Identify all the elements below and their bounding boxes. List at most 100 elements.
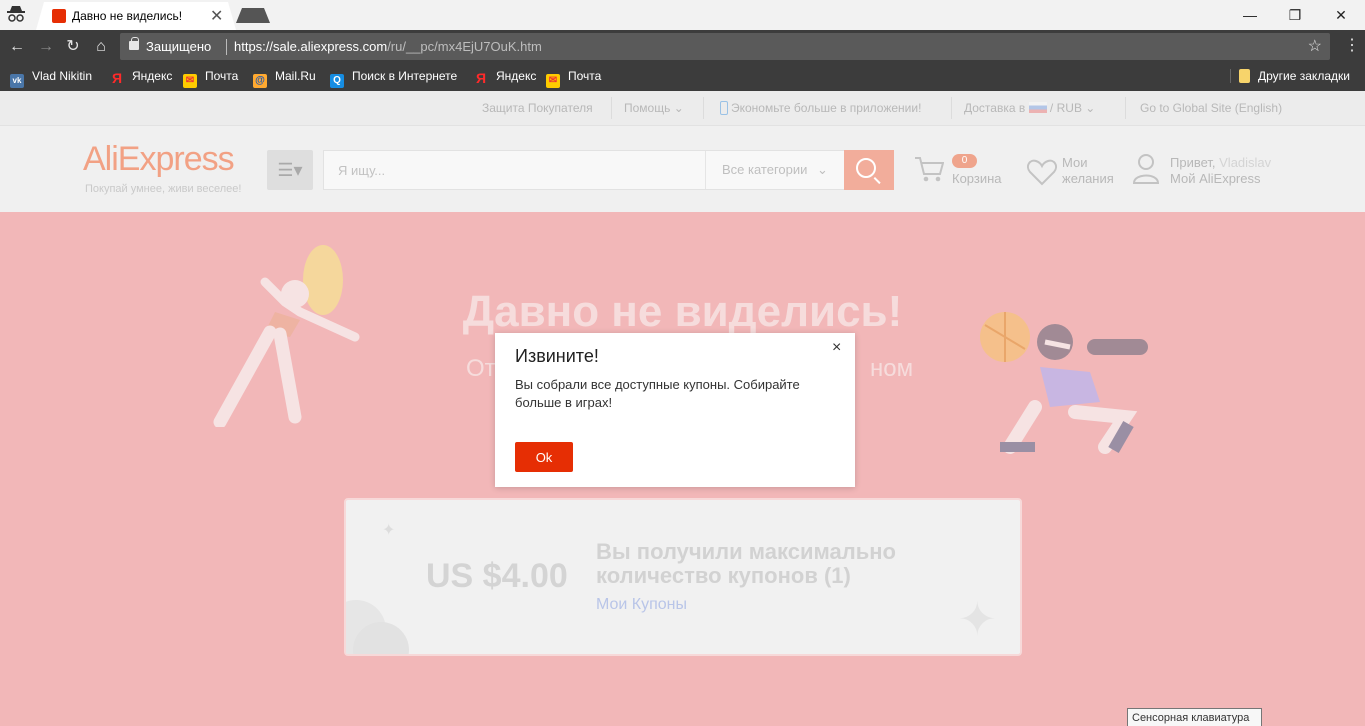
- search-category-select[interactable]: Все категории ⌄: [705, 151, 845, 189]
- divider: [1125, 97, 1126, 119]
- my-coupons-link[interactable]: Мои Купоны: [596, 596, 687, 614]
- browser-titlebar: Давно не виделись! ✕ — ❐ ✕: [0, 0, 1365, 30]
- banner-subtitle-right: ном: [870, 355, 914, 382]
- bookmark-label: Почта: [205, 69, 239, 83]
- incognito-icon: [7, 6, 25, 22]
- delivery-menu[interactable]: Доставка в / RUB ⌄: [964, 101, 1095, 115]
- categories-menu-button[interactable]: ☰▾: [267, 150, 313, 190]
- yandex-icon: Я: [475, 70, 487, 86]
- user-name: Vladislav: [1219, 155, 1272, 170]
- search-placeholder: Я ищу...: [338, 163, 386, 178]
- divider: [611, 97, 612, 119]
- my-aliexpress: Мой AliExpress: [1170, 171, 1261, 186]
- bookmark-pochta[interactable]: ✉ Почта: [183, 69, 238, 88]
- bookmarks-bar: vk Vlad Nikitin Я Яндекс ✉ Почта @ Mail.Ru Q…: [0, 63, 1365, 91]
- wishlist-line2: желания: [1062, 171, 1114, 186]
- bookmark-mailru[interactable]: @ Mail.Ru: [253, 69, 316, 88]
- browser-menu-icon[interactable]: ⋮: [1344, 35, 1360, 55]
- tab-title: Давно не виделись!: [72, 9, 183, 23]
- bookmark-label: Поиск в Интернете: [352, 69, 458, 83]
- buyer-protection-link[interactable]: Защита Покупателя: [482, 101, 593, 115]
- category-label: Все категории: [722, 162, 808, 177]
- search-q-icon: Q: [330, 74, 344, 88]
- hamburger-icon: ☰▾: [277, 160, 303, 180]
- bookmark-yandex-2[interactable]: Я Яндекс: [474, 69, 536, 85]
- tagline: Покупай умнее, живи веселее!: [85, 183, 242, 195]
- other-bookmarks-label: Другие закладки: [1258, 69, 1350, 83]
- coupon-card: ✦ ✦ US $4.00 Вы получили максимально кол…: [344, 498, 1022, 656]
- banner-title: Давно не виделись!: [462, 287, 903, 336]
- bookmark-vk[interactable]: vk Vlad Nikitin: [10, 69, 92, 88]
- bookmark-label: Яндекс: [132, 69, 173, 83]
- global-site-link[interactable]: Go to Global Site (English): [1140, 101, 1282, 115]
- user-icon[interactable]: [1133, 153, 1161, 185]
- browser-toolbar: ← → ↻ ⌂ Защищено https://sale.aliexpress…: [0, 30, 1365, 63]
- maximize-button[interactable]: ❐: [1280, 4, 1310, 26]
- app-link[interactable]: Экономьте больше в приложении!: [720, 101, 921, 115]
- coupon-amount: US $4.00: [426, 557, 568, 595]
- bookmark-label: Vlad Nikitin: [32, 69, 93, 83]
- chevron-down-icon: ⌄: [817, 162, 828, 177]
- home-button[interactable]: ⌂: [90, 36, 112, 58]
- new-tab-button[interactable]: [236, 8, 270, 23]
- mail-icon: ✉: [546, 74, 560, 88]
- reload-button[interactable]: ↻: [62, 36, 84, 58]
- url-text[interactable]: https://sale.aliexpress.com/ru/__pc/mx4E…: [234, 39, 542, 54]
- close-window-button[interactable]: ✕: [1326, 4, 1356, 26]
- dialog-close-icon[interactable]: ×: [832, 339, 841, 357]
- search-input[interactable]: Я ищу... Все категории ⌄: [323, 150, 845, 190]
- cart-icon[interactable]: [914, 155, 944, 183]
- touch-keyboard-tooltip: Сенсорная клавиатура: [1127, 708, 1262, 726]
- other-bookmarks[interactable]: Другие закладки: [1230, 69, 1350, 83]
- bookmark-search[interactable]: Q Поиск в Интернете: [330, 69, 457, 88]
- cart-count-badge: 0: [952, 154, 977, 168]
- aliexpress-favicon-icon: [52, 9, 66, 23]
- browser-tab[interactable]: Давно не виделись! ✕: [36, 2, 236, 30]
- address-bar[interactable]: Защищено https://sale.aliexpress.com/ru/…: [120, 33, 1330, 60]
- sparkle-icon: ✦: [958, 593, 997, 645]
- bookmark-label: Почта: [568, 69, 602, 83]
- url-path: /ru/__pc/mx4EjU7OuK.htm: [387, 39, 542, 54]
- divider: [703, 97, 704, 119]
- bookmark-star-icon[interactable]: ☆: [1308, 36, 1322, 56]
- russia-flag-icon: [1028, 102, 1047, 113]
- banner-subtitle-left: От: [466, 355, 496, 382]
- omnibox-divider: [226, 39, 227, 55]
- help-menu[interactable]: Помощь ⌄: [624, 101, 684, 115]
- decor-circles: [346, 600, 409, 654]
- heart-icon[interactable]: [1027, 158, 1057, 186]
- folder-icon: [1239, 69, 1250, 83]
- delivery-label: Доставка в: [964, 101, 1026, 115]
- site-header: AliExpress Покупай умнее, живи веселее! …: [0, 126, 1365, 212]
- url-host: https://sale.aliexpress.com: [234, 39, 388, 54]
- chevron-down-icon: ⌄: [1085, 101, 1096, 115]
- account-link[interactable]: Привет, Vladislav Мой AliExpress: [1170, 155, 1271, 187]
- forward-button[interactable]: →: [35, 36, 57, 58]
- bookmark-pochta-2[interactable]: ✉ Почта: [546, 69, 601, 88]
- vk-icon: vk: [10, 74, 24, 88]
- aliexpress-logo[interactable]: AliExpress: [83, 140, 235, 179]
- divider: [951, 97, 952, 119]
- minimize-button[interactable]: —: [1235, 4, 1265, 26]
- wishlist-line1: Мои: [1062, 155, 1088, 170]
- app-link-label: Экономьте больше в приложении!: [731, 101, 922, 115]
- back-button[interactable]: ←: [6, 36, 28, 58]
- bookmark-yandex[interactable]: Я Яндекс: [110, 69, 172, 85]
- mailru-icon: @: [253, 74, 267, 88]
- ok-button[interactable]: Ok: [515, 442, 573, 472]
- mail-icon: ✉: [183, 74, 197, 88]
- chevron-down-icon: ⌄: [673, 101, 684, 115]
- secure-label: Защищено: [146, 39, 212, 54]
- phone-icon: [720, 101, 728, 115]
- search-icon: [856, 158, 876, 178]
- wishlist-link[interactable]: Мои желания: [1062, 155, 1114, 187]
- lock-icon: [129, 37, 139, 50]
- tab-close-icon[interactable]: ✕: [210, 6, 223, 26]
- sorry-dialog: Извините! × Вы собрали все доступные куп…: [495, 333, 855, 487]
- search-button[interactable]: [844, 150, 894, 190]
- bookmark-label: Яндекс: [496, 69, 537, 83]
- greeting: Привет,: [1170, 155, 1220, 170]
- cart-label[interactable]: Корзина: [952, 171, 1002, 187]
- top-nav: Защита Покупателя Помощь ⌄ Экономьте бол…: [0, 91, 1365, 126]
- dialog-message: Вы собрали все доступные купоны. Собирай…: [515, 377, 800, 410]
